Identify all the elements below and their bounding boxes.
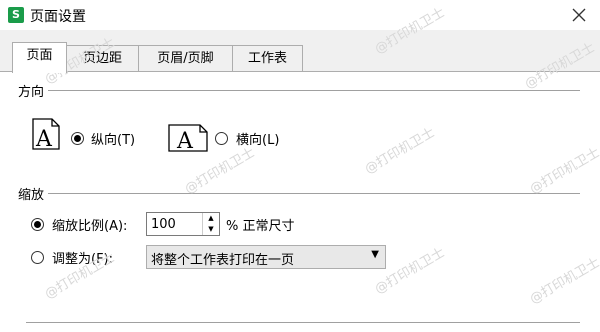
increment-button[interactable]: ▲ xyxy=(203,213,219,224)
scaling-section-label: 缩放 xyxy=(18,184,49,203)
landscape-radio[interactable] xyxy=(215,132,228,145)
portrait-letter: A xyxy=(35,127,53,150)
scale-stepper-buttons: ▲ ▼ xyxy=(202,213,219,235)
close-button[interactable] xyxy=(568,4,590,26)
window-title: 页面设置 xyxy=(30,9,86,25)
scale-label: 缩放比例(A): xyxy=(52,219,128,234)
portrait-label: 纵向(T) xyxy=(91,133,136,148)
scale-input[interactable] xyxy=(151,215,199,233)
landscape-page-icon: A xyxy=(168,124,208,152)
fit-to-selected: 将整个工作表打印在一页 xyxy=(151,253,295,268)
fit-to-dropdown[interactable]: 将整个工作表打印在一页 ▼ xyxy=(146,245,386,269)
scaling-divider xyxy=(18,193,580,195)
decrement-button[interactable]: ▼ xyxy=(203,224,219,235)
fit-radio[interactable] xyxy=(31,251,44,264)
tab-sheet[interactable]: 工作表 xyxy=(232,45,303,71)
close-icon xyxy=(572,8,586,22)
portrait-radio[interactable] xyxy=(71,132,84,145)
chevron-down-icon: ▼ xyxy=(371,249,379,260)
scale-stepper[interactable]: ▲ ▼ xyxy=(146,212,220,236)
tab-margins[interactable]: 页边距 xyxy=(66,45,139,71)
fit-label: 调整为(F): xyxy=(52,252,114,267)
landscape-letter: A xyxy=(176,129,194,152)
landscape-label: 横向(L) xyxy=(236,133,280,148)
portrait-page-icon: A xyxy=(32,118,60,150)
tab-page[interactable]: 页面 xyxy=(12,42,67,73)
title-bar: S 页面设置 xyxy=(0,0,600,30)
orientation-section-label: 方向 xyxy=(18,81,49,100)
scale-radio[interactable] xyxy=(31,218,44,231)
orientation-divider xyxy=(18,90,580,92)
tab-strip: 页面 页边距 页眉/页脚 工作表 xyxy=(0,42,600,73)
scale-suffix: % 正常尺寸 xyxy=(226,219,295,234)
bottom-divider xyxy=(26,322,580,324)
app-logo-icon: S xyxy=(8,7,24,23)
page-tab-panel xyxy=(0,72,600,332)
tab-header-footer[interactable]: 页眉/页脚 xyxy=(138,45,233,71)
